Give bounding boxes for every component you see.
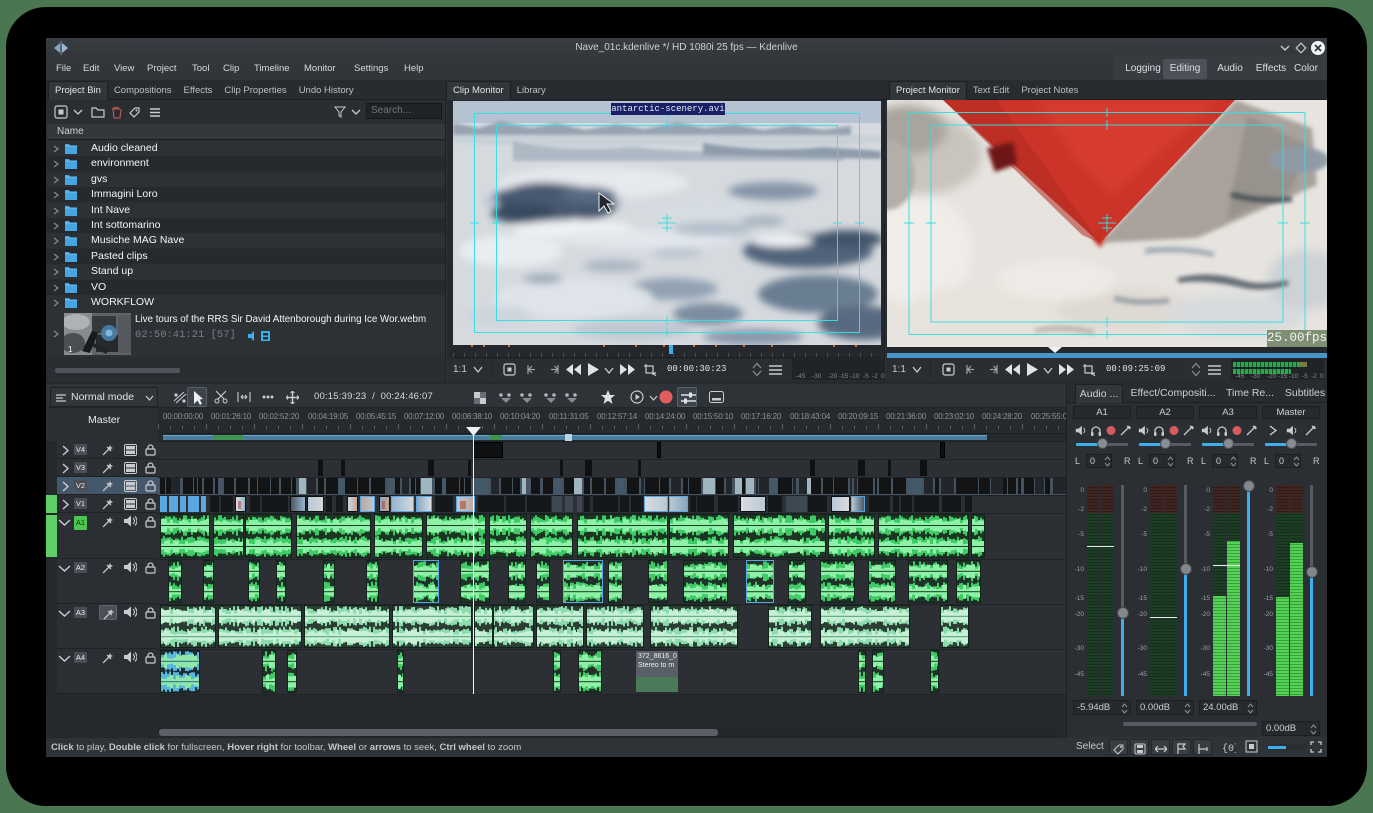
svg-text:{0}: {0}	[1222, 743, 1236, 754]
svg-text:1: 1	[68, 345, 73, 354]
